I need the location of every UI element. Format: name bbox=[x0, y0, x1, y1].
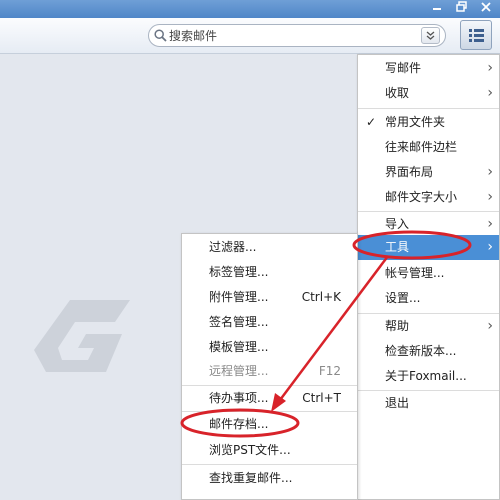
menu-item-tools[interactable]: 工具 › bbox=[358, 235, 499, 260]
menu-item-shortcut: Ctrl+T bbox=[302, 391, 341, 405]
menu-item-import[interactable]: 导入 › bbox=[358, 212, 499, 237]
menu-item-compose[interactable]: 写邮件 › bbox=[358, 56, 499, 81]
checkmark-icon: ✓ bbox=[366, 115, 377, 129]
menu-item-label: 导入 bbox=[385, 217, 410, 231]
window-titlebar bbox=[0, 0, 500, 18]
menu-item-label: 工具 bbox=[385, 240, 410, 254]
menu-item-label: 远程管理... bbox=[209, 364, 269, 378]
search-options-button[interactable] bbox=[421, 27, 440, 44]
submenu-item-find-duplicates[interactable]: 查找重复邮件... bbox=[182, 466, 357, 491]
menu-item-help[interactable]: 帮助 › bbox=[358, 314, 499, 339]
menu-item-shortcut: Ctrl+K bbox=[301, 290, 341, 304]
menu-item-label: 待办事项... bbox=[209, 391, 269, 405]
close-button[interactable] bbox=[477, 1, 495, 16]
menu-item-label: 往来邮件边栏 bbox=[385, 140, 458, 154]
menu-item-common-folders[interactable]: ✓ 常用文件夹 bbox=[358, 110, 499, 135]
menu-item-label: 退出 bbox=[385, 396, 410, 410]
menu-item-receive[interactable]: 收取 › bbox=[358, 81, 499, 106]
toolbar bbox=[0, 18, 500, 54]
menu-list-icon bbox=[469, 29, 484, 42]
chevron-down-icon bbox=[426, 31, 435, 40]
menu-item-label: 邮件存档... bbox=[209, 417, 269, 431]
chevron-right-icon: › bbox=[487, 239, 493, 255]
menu-item-label: 标签管理... bbox=[209, 265, 269, 279]
menu-item-settings[interactable]: 设置... bbox=[358, 286, 499, 311]
submenu-item-todo[interactable]: 待办事项... Ctrl+T bbox=[182, 386, 357, 411]
minimize-icon bbox=[433, 8, 441, 10]
menu-item-label: 帐号管理... bbox=[385, 266, 445, 280]
menu-item-label: 设置... bbox=[385, 291, 421, 305]
search-icon bbox=[154, 29, 167, 42]
menu-item-label: 过滤器... bbox=[209, 240, 257, 254]
menu-separator bbox=[182, 464, 357, 465]
search-box bbox=[148, 24, 446, 47]
submenu-item-tags[interactable]: 标签管理... bbox=[182, 260, 357, 285]
menu-item-label: 查找重复邮件... bbox=[209, 471, 293, 485]
submenu-item-attachments[interactable]: 附件管理... Ctrl+K bbox=[182, 285, 357, 310]
minimize-button[interactable] bbox=[428, 1, 446, 16]
chevron-right-icon: › bbox=[487, 216, 493, 232]
chevron-right-icon: › bbox=[487, 60, 493, 76]
menu-item-label: 检查新版本... bbox=[385, 344, 457, 358]
chevron-right-icon: › bbox=[487, 164, 493, 180]
submenu-item-remote: 远程管理... F12 bbox=[182, 359, 357, 384]
menu-item-accounts[interactable]: 帐号管理... bbox=[358, 261, 499, 286]
menu-item-shortcut: F12 bbox=[318, 364, 341, 378]
menu-item-check-updates[interactable]: 检查新版本... bbox=[358, 339, 499, 364]
menu-item-exit[interactable]: 退出 bbox=[358, 391, 499, 416]
menu-item-label: 收取 bbox=[385, 86, 410, 100]
menu-item-contacts-sidebar[interactable]: 往来邮件边栏 bbox=[358, 135, 499, 160]
menu-item-label: 附件管理... bbox=[209, 290, 269, 304]
main-menu-button[interactable] bbox=[460, 20, 492, 50]
menu-item-label: 邮件文字大小 bbox=[385, 190, 458, 204]
menu-item-about[interactable]: 关于Foxmail... bbox=[358, 364, 499, 389]
menu-item-label: 关于Foxmail... bbox=[385, 369, 467, 383]
submenu-item-templates[interactable]: 模板管理... bbox=[182, 335, 357, 360]
submenu-item-filters[interactable]: 过滤器... bbox=[182, 235, 357, 260]
menu-item-label: 浏览PST文件... bbox=[209, 443, 291, 457]
search-input[interactable] bbox=[169, 26, 399, 45]
restore-icon bbox=[455, 1, 467, 12]
restore-button[interactable] bbox=[452, 1, 470, 16]
menu-item-label: 写邮件 bbox=[385, 61, 422, 75]
submenu-item-archive[interactable]: 邮件存档... bbox=[182, 412, 357, 437]
menu-item-label: 模板管理... bbox=[209, 340, 269, 354]
submenu-item-browse-pst[interactable]: 浏览PST文件... bbox=[182, 438, 357, 463]
chevron-right-icon: › bbox=[487, 189, 493, 205]
close-icon bbox=[481, 2, 491, 12]
menu-separator bbox=[358, 108, 499, 109]
main-menu: 写邮件 › 收取 › ✓ 常用文件夹 往来邮件边栏 界面布局 › 邮件文字大小 … bbox=[357, 54, 500, 500]
menu-item-label: 帮助 bbox=[385, 319, 410, 333]
menu-item-font-size[interactable]: 邮件文字大小 › bbox=[358, 185, 499, 210]
menu-item-label: 界面布局 bbox=[385, 165, 434, 179]
tools-submenu: 过滤器... 标签管理... 附件管理... Ctrl+K 签名管理... 模板… bbox=[181, 233, 358, 500]
chevron-right-icon: › bbox=[487, 85, 493, 101]
submenu-item-signatures[interactable]: 签名管理... bbox=[182, 310, 357, 335]
menu-item-label: 常用文件夹 bbox=[385, 115, 446, 129]
foxmail-logo bbox=[34, 300, 130, 372]
chevron-right-icon: › bbox=[487, 318, 493, 334]
menu-item-layout[interactable]: 界面布局 › bbox=[358, 160, 499, 185]
menu-item-label: 签名管理... bbox=[209, 315, 269, 329]
